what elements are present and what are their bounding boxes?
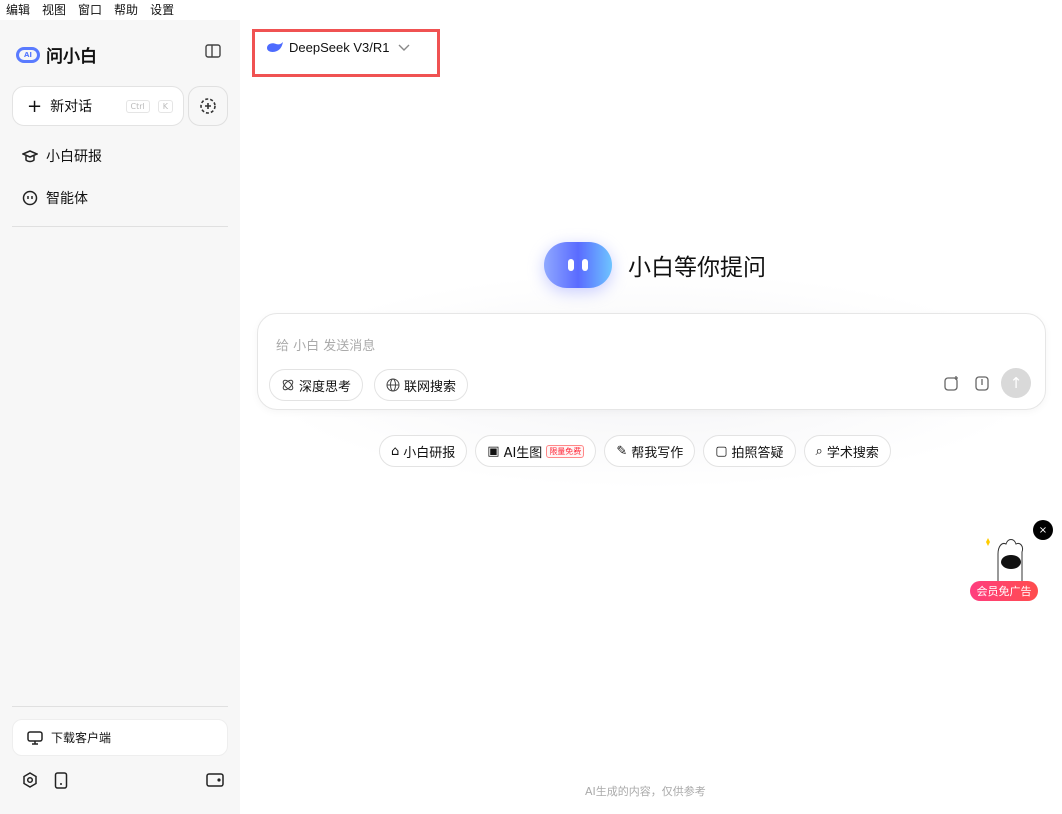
menu-view[interactable]: 视图 (42, 0, 66, 20)
divider (12, 226, 228, 227)
sidebar-panel-icon (205, 44, 221, 58)
welcome-hero: 小白等你提问 (544, 242, 766, 288)
atom-icon (281, 378, 295, 392)
toggle-sidebar-button[interactable] (198, 38, 228, 64)
tool-research[interactable]: ⌂ 小白研报 (379, 435, 468, 467)
welcome-title: 小白等你提问 (628, 255, 766, 281)
new-chat-button[interactable]: + 新对话 Ctrl K (12, 86, 184, 126)
tool-label: 帮我写作 (631, 445, 684, 461)
plus-icon: + (27, 95, 43, 117)
app-logo: AI 问小白 (16, 42, 97, 67)
sidebar-item-agents[interactable]: 智能体 (22, 188, 88, 208)
mobile-download-icon[interactable] (54, 771, 68, 789)
sidebar: AI 问小白 + 新对话 Ctrl K 小白研报 智能体 下载客户端 (0, 20, 240, 814)
agent-face-icon (22, 190, 38, 206)
new-chat-label: 新对话 (50, 99, 93, 115)
book-search-icon: ⌕ (815, 443, 823, 459)
menu-settings[interactable]: 设置 (150, 0, 174, 20)
sidebar-item-label: 小白研报 (46, 149, 102, 165)
download-client-button[interactable]: 下载客户端 (12, 719, 228, 756)
dashed-plus-circle-icon (200, 98, 216, 114)
ad-widget: × 会员免广告 (968, 520, 1062, 604)
tool-label: 小白研报 (403, 445, 456, 461)
message-input[interactable]: 给 小白 发送消息 (276, 335, 375, 354)
mascot-icon (544, 242, 612, 288)
deep-think-label: 深度思考 (299, 379, 352, 395)
tool-photo-qa[interactable]: ▢ 拍照答疑 (703, 435, 796, 467)
menu-window[interactable]: 窗口 (78, 0, 102, 20)
menu-help[interactable]: 帮助 (114, 0, 138, 20)
logo-icon: AI (16, 46, 40, 63)
shortcut-k: K (157, 99, 173, 113)
wallet-icon[interactable] (206, 773, 224, 787)
quick-tools: ⌂ 小白研报 ▣ AI生图 限量免费 ✎ 帮我写作 ▢ 拍照答疑 ⌕ 学术搜索 (379, 435, 891, 467)
desktop-download-icon (27, 730, 43, 746)
attachment-icon[interactable] (975, 376, 989, 391)
download-client-label: 下载客户端 (51, 731, 112, 745)
web-search-toggle[interactable]: 联网搜索 (374, 369, 469, 401)
pen-icon: ✎ (616, 443, 628, 459)
tool-label: 学术搜索 (826, 445, 879, 461)
graduation-cap-icon (22, 149, 38, 163)
add-agent-button[interactable] (188, 86, 228, 126)
message-composer: 给 小白 发送消息 深度思考 联网搜索 ↑ (257, 313, 1046, 410)
free-badge: 限量免费 (546, 444, 585, 458)
menu-edit[interactable]: 编辑 (6, 0, 30, 20)
divider (12, 706, 228, 707)
shortcut-ctrl: Ctrl (125, 99, 150, 113)
graduation-cap-icon: ⌂ (391, 443, 400, 459)
image-icon: ▣ (487, 443, 500, 459)
tool-label: 拍照答疑 (731, 445, 784, 461)
disclaimer: AI生成的内容，仅供参考 (585, 785, 706, 798)
tool-ai-image[interactable]: ▣ AI生图 限量免费 (475, 435, 597, 467)
menu-bar: 编辑 视图 窗口 帮助 设置 (0, 0, 1062, 20)
send-button[interactable]: ↑ (1001, 368, 1031, 398)
globe-icon (386, 378, 400, 392)
ad-close-button[interactable]: × (1033, 520, 1053, 540)
tool-label: AI生图 (503, 445, 543, 461)
tool-academic-search[interactable]: ⌕ 学术搜索 (803, 435, 891, 467)
highlight-box (252, 29, 440, 77)
sidebar-item-label: 智能体 (46, 191, 88, 207)
mascot-hand-icon (986, 538, 1023, 582)
deep-think-toggle[interactable]: 深度思考 (269, 369, 364, 401)
tool-writing[interactable]: ✎ 帮我写作 (604, 435, 696, 467)
app-name: 问小白 (46, 47, 97, 67)
photo-question-icon: ▢ (715, 443, 728, 459)
settings-gear-icon[interactable] (22, 772, 38, 788)
image-upload-icon[interactable] (944, 376, 959, 391)
sidebar-item-research[interactable]: 小白研报 (22, 146, 102, 166)
web-search-label: 联网搜索 (404, 379, 457, 395)
ad-remove-button[interactable]: 会员免广告 (970, 581, 1038, 601)
